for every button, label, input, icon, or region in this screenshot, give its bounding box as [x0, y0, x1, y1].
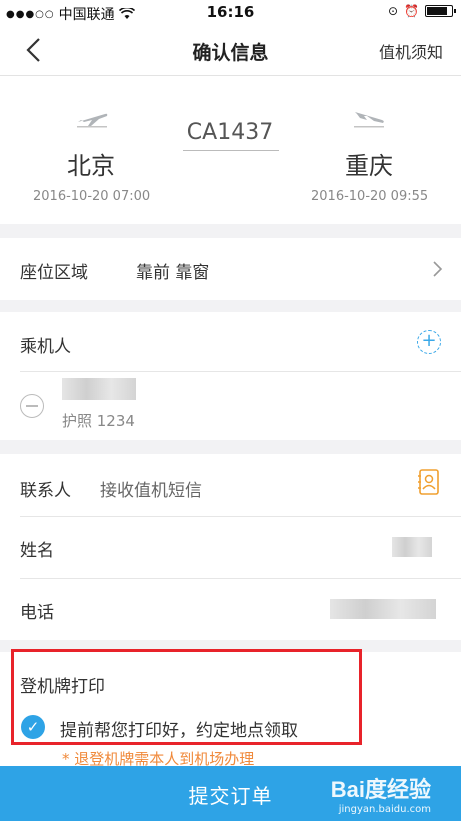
passenger-section: 乘机人 + 护照 1234	[0, 312, 461, 440]
name-label: 姓名	[20, 541, 54, 561]
passenger-name-redacted	[62, 378, 136, 400]
phone-label: 电话	[20, 603, 54, 623]
checkin-notice-link[interactable]: 值机须知	[379, 39, 443, 63]
status-bar: ●●●○○ 中国联通 16:16 ⊙ ⏰	[0, 0, 461, 24]
flight-summary: 北京 2016-10-20 07:00 CA1437 重庆 2016-10-20…	[0, 76, 461, 224]
flight-route-line	[183, 150, 279, 151]
seat-area-value: 靠前 靠窗	[136, 263, 210, 283]
add-passenger-icon[interactable]: +	[417, 330, 441, 354]
nav-bar: 确认信息 值机须知	[0, 24, 461, 76]
takeoff-plane-icon	[77, 113, 108, 128]
chevron-right-icon	[433, 261, 443, 277]
divider	[20, 578, 461, 579]
submit-order-button[interactable]: 提交订单 Bai度经验 jingyan.baidu.com	[0, 766, 461, 821]
seat-area-row[interactable]: 座位区域 靠前 靠窗	[0, 238, 461, 300]
baidu-watermark: Bai度经验 jingyan.baidu.com	[331, 772, 431, 815]
remove-passenger-icon[interactable]	[20, 394, 44, 418]
watermark-brand: Bai度经验	[330, 777, 431, 802]
arrival-time: 2016-10-20 09:55	[311, 189, 429, 204]
passenger-document: 护照 1234	[62, 412, 135, 430]
departure-time: 2016-10-20 07:00	[33, 189, 151, 204]
departure-city: 北京	[67, 152, 115, 180]
passenger-label: 乘机人	[20, 337, 71, 357]
arrival-city: 重庆	[345, 152, 393, 180]
contact-section: 联系人 接收值机短信 姓名 电话	[0, 454, 461, 640]
battery-icon	[425, 5, 456, 17]
print-option-label[interactable]: 提前帮您打印好，约定地点领取	[60, 716, 298, 741]
landing-plane-icon	[354, 112, 384, 128]
watermark-url: jingyan.baidu.com	[338, 804, 431, 815]
contact-label: 联系人	[20, 481, 71, 501]
flight-number: CA1437	[186, 120, 274, 145]
alarm-icon: ⏰	[404, 4, 419, 18]
seat-area-label: 座位区域	[20, 263, 88, 283]
checkmark-icon[interactable]: ✓	[21, 715, 45, 739]
divider	[20, 371, 461, 372]
divider	[20, 516, 461, 517]
rotation-lock-icon: ⊙	[387, 4, 399, 18]
contact-book-icon[interactable]	[417, 468, 441, 496]
status-icons: ⊙ ⏰	[387, 4, 456, 18]
phone-value-redacted[interactable]	[330, 599, 436, 619]
name-value-redacted[interactable]	[392, 537, 432, 557]
contact-hint: 接收值机短信	[100, 481, 202, 501]
